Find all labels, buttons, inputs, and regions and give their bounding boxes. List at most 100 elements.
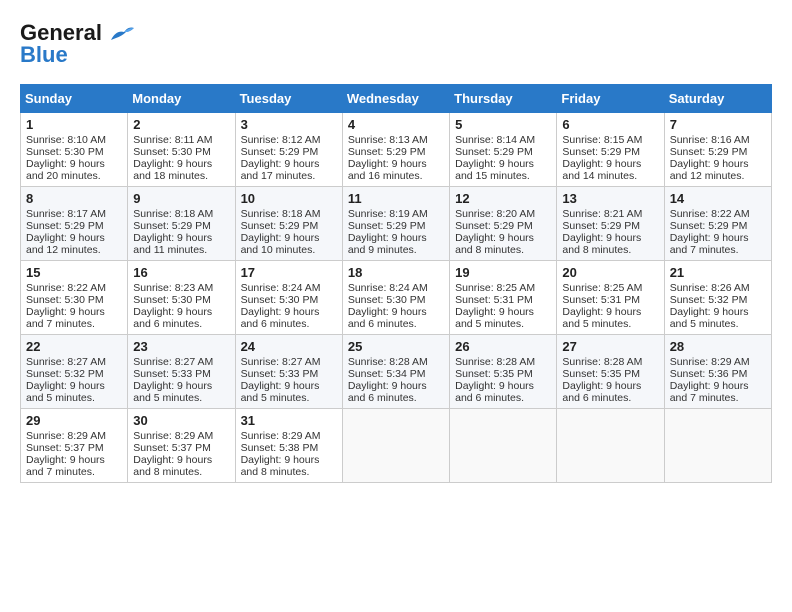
day-info-line: Sunrise: 8:29 AM: [26, 430, 122, 442]
day-number-5: 5: [455, 117, 551, 132]
day-number-22: 22: [26, 339, 122, 354]
day-info-line: Daylight: 9 hours: [241, 306, 337, 318]
day-number-19: 19: [455, 265, 551, 280]
day-number-20: 20: [562, 265, 658, 280]
day-info-line: Sunrise: 8:22 AM: [26, 282, 122, 294]
day-info-line: Sunrise: 8:27 AM: [26, 356, 122, 368]
day-header-friday: Friday: [557, 85, 664, 113]
day-number-27: 27: [562, 339, 658, 354]
day-info-line: Sunrise: 8:21 AM: [562, 208, 658, 220]
day-cell-21: 21Sunrise: 8:26 AMSunset: 5:32 PMDayligh…: [664, 261, 771, 335]
day-info-line: Sunrise: 8:27 AM: [241, 356, 337, 368]
day-info-line: Daylight: 9 hours: [348, 306, 444, 318]
day-number-8: 8: [26, 191, 122, 206]
day-info-line: Sunset: 5:29 PM: [348, 220, 444, 232]
day-info-line: Sunrise: 8:28 AM: [455, 356, 551, 368]
day-info-line: Daylight: 9 hours: [133, 232, 229, 244]
calendar-table: SundayMondayTuesdayWednesdayThursdayFrid…: [20, 84, 772, 483]
week-row-5: 29Sunrise: 8:29 AMSunset: 5:37 PMDayligh…: [21, 409, 772, 483]
day-cell-7: 7Sunrise: 8:16 AMSunset: 5:29 PMDaylight…: [664, 113, 771, 187]
day-info-line: and 7 minutes.: [670, 244, 766, 256]
day-info-line: Daylight: 9 hours: [133, 380, 229, 392]
day-info-line: and 7 minutes.: [26, 318, 122, 330]
day-info-line: and 16 minutes.: [348, 170, 444, 182]
day-info-line: and 14 minutes.: [562, 170, 658, 182]
day-cell-5: 5Sunrise: 8:14 AMSunset: 5:29 PMDaylight…: [450, 113, 557, 187]
day-info-line: Daylight: 9 hours: [26, 454, 122, 466]
day-header-wednesday: Wednesday: [342, 85, 449, 113]
day-info-line: Sunrise: 8:24 AM: [348, 282, 444, 294]
day-info-line: Daylight: 9 hours: [670, 380, 766, 392]
day-info-line: Sunrise: 8:11 AM: [133, 134, 229, 146]
empty-cell: [557, 409, 664, 483]
logo: General Blue: [20, 20, 136, 68]
page-header: General Blue: [20, 20, 772, 68]
day-number-16: 16: [133, 265, 229, 280]
day-number-31: 31: [241, 413, 337, 428]
day-info-line: Daylight: 9 hours: [562, 158, 658, 170]
day-info-line: Daylight: 9 hours: [670, 158, 766, 170]
day-info-line: and 7 minutes.: [670, 392, 766, 404]
day-info-line: Daylight: 9 hours: [241, 380, 337, 392]
day-info-line: and 6 minutes.: [241, 318, 337, 330]
day-info-line: and 12 minutes.: [26, 244, 122, 256]
day-info-line: Daylight: 9 hours: [562, 306, 658, 318]
day-info-line: Sunset: 5:29 PM: [562, 146, 658, 158]
day-info-line: Sunset: 5:36 PM: [670, 368, 766, 380]
day-header-tuesday: Tuesday: [235, 85, 342, 113]
day-info-line: and 6 minutes.: [348, 392, 444, 404]
day-cell-9: 9Sunrise: 8:18 AMSunset: 5:29 PMDaylight…: [128, 187, 235, 261]
day-cell-28: 28Sunrise: 8:29 AMSunset: 5:36 PMDayligh…: [664, 335, 771, 409]
day-number-15: 15: [26, 265, 122, 280]
logo-blue-text: Blue: [20, 42, 68, 68]
day-info-line: Daylight: 9 hours: [26, 306, 122, 318]
day-number-25: 25: [348, 339, 444, 354]
day-info-line: Sunset: 5:31 PM: [562, 294, 658, 306]
day-info-line: Sunrise: 8:17 AM: [26, 208, 122, 220]
week-row-3: 15Sunrise: 8:22 AMSunset: 5:30 PMDayligh…: [21, 261, 772, 335]
day-cell-26: 26Sunrise: 8:28 AMSunset: 5:35 PMDayligh…: [450, 335, 557, 409]
day-info-line: Sunrise: 8:22 AM: [670, 208, 766, 220]
day-info-line: and 8 minutes.: [455, 244, 551, 256]
day-info-line: and 15 minutes.: [455, 170, 551, 182]
day-cell-19: 19Sunrise: 8:25 AMSunset: 5:31 PMDayligh…: [450, 261, 557, 335]
day-info-line: Sunset: 5:29 PM: [348, 146, 444, 158]
day-cell-16: 16Sunrise: 8:23 AMSunset: 5:30 PMDayligh…: [128, 261, 235, 335]
day-number-30: 30: [133, 413, 229, 428]
day-info-line: Sunset: 5:29 PM: [241, 220, 337, 232]
day-number-10: 10: [241, 191, 337, 206]
logo-bird-icon: [106, 22, 136, 44]
day-cell-30: 30Sunrise: 8:29 AMSunset: 5:37 PMDayligh…: [128, 409, 235, 483]
empty-cell: [664, 409, 771, 483]
day-header-thursday: Thursday: [450, 85, 557, 113]
day-info-line: Sunset: 5:37 PM: [26, 442, 122, 454]
day-info-line: Daylight: 9 hours: [133, 158, 229, 170]
day-info-line: Sunset: 5:35 PM: [455, 368, 551, 380]
day-number-17: 17: [241, 265, 337, 280]
day-cell-18: 18Sunrise: 8:24 AMSunset: 5:30 PMDayligh…: [342, 261, 449, 335]
day-info-line: and 12 minutes.: [670, 170, 766, 182]
day-info-line: Daylight: 9 hours: [133, 454, 229, 466]
day-cell-25: 25Sunrise: 8:28 AMSunset: 5:34 PMDayligh…: [342, 335, 449, 409]
day-info-line: Sunrise: 8:28 AM: [562, 356, 658, 368]
day-cell-24: 24Sunrise: 8:27 AMSunset: 5:33 PMDayligh…: [235, 335, 342, 409]
day-info-line: and 10 minutes.: [241, 244, 337, 256]
day-number-28: 28: [670, 339, 766, 354]
day-info-line: Sunrise: 8:12 AM: [241, 134, 337, 146]
day-info-line: Sunset: 5:30 PM: [26, 294, 122, 306]
day-info-line: Sunset: 5:35 PM: [562, 368, 658, 380]
day-number-7: 7: [670, 117, 766, 132]
day-info-line: Sunrise: 8:27 AM: [133, 356, 229, 368]
day-info-line: and 20 minutes.: [26, 170, 122, 182]
day-cell-27: 27Sunrise: 8:28 AMSunset: 5:35 PMDayligh…: [557, 335, 664, 409]
day-number-2: 2: [133, 117, 229, 132]
day-info-line: Daylight: 9 hours: [241, 454, 337, 466]
day-info-line: Sunrise: 8:15 AM: [562, 134, 658, 146]
day-info-line: Sunrise: 8:20 AM: [455, 208, 551, 220]
day-info-line: Daylight: 9 hours: [670, 306, 766, 318]
day-info-line: and 9 minutes.: [348, 244, 444, 256]
day-cell-10: 10Sunrise: 8:18 AMSunset: 5:29 PMDayligh…: [235, 187, 342, 261]
day-info-line: Sunset: 5:32 PM: [26, 368, 122, 380]
day-info-line: Sunrise: 8:19 AM: [348, 208, 444, 220]
week-row-2: 8 Sunrise: 8:17 AM Sunset: 5:29 PM Daylight…: [21, 187, 772, 261]
